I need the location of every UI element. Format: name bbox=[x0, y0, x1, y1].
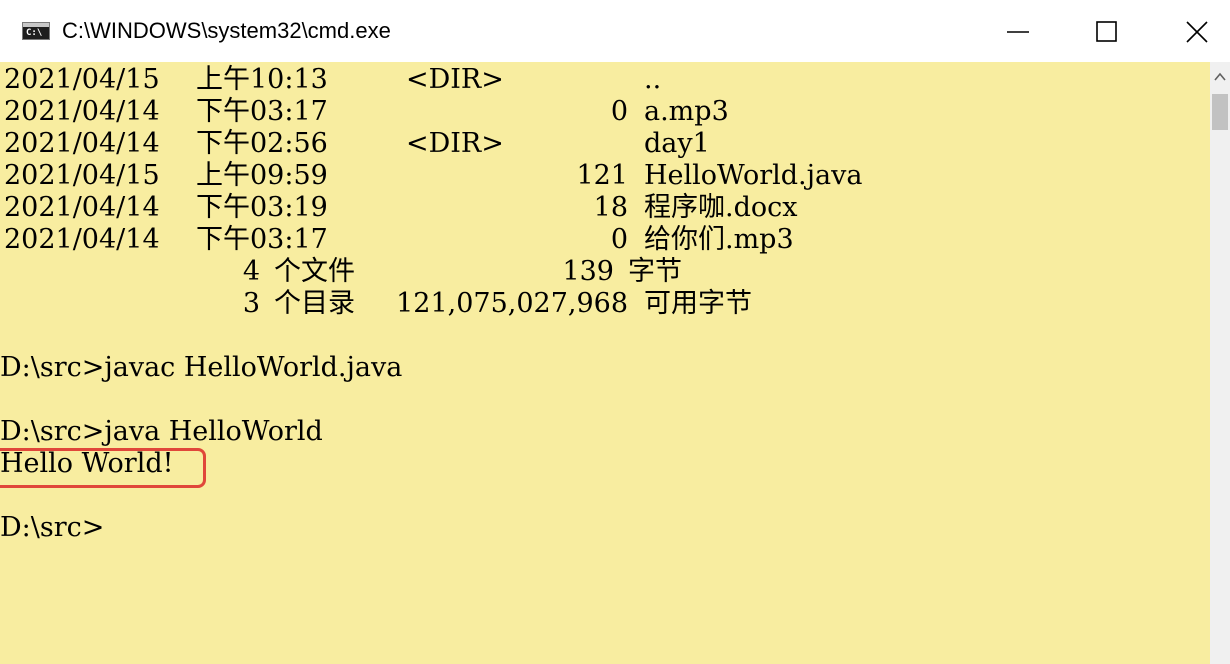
free-bytes-unit: 可用字节 bbox=[644, 288, 752, 319]
command-prompt: D:\src> bbox=[0, 352, 105, 383]
summary-files-row: 4 个文件 139 字节 bbox=[4, 256, 682, 288]
entry-name: 给你们.mp3 bbox=[644, 224, 794, 255]
close-icon bbox=[1186, 21, 1208, 43]
entry-name: 程序咖.docx bbox=[644, 192, 798, 223]
title-bar[interactable]: C:\ C:\WINDOWS\system32\cmd.exe bbox=[0, 0, 1230, 62]
chevron-up-icon bbox=[1214, 72, 1226, 81]
entry-size: 121 bbox=[576, 160, 628, 191]
scroll-thumb[interactable] bbox=[1212, 94, 1228, 130]
entry-size: 0 bbox=[610, 224, 628, 255]
listing-row: 2021/04/14 下午03:17 0 a.mp3 bbox=[4, 96, 729, 128]
entry-time: 下午02:56 bbox=[196, 128, 328, 159]
entry-date: 2021/04/15 bbox=[4, 160, 160, 191]
close-button[interactable] bbox=[1150, 0, 1230, 62]
file-count-label: 个文件 bbox=[274, 256, 355, 287]
entry-date: 2021/04/14 bbox=[4, 192, 160, 223]
entry-dir-tag: <DIR> bbox=[406, 64, 504, 95]
entry-time: 下午03:17 bbox=[196, 224, 328, 255]
entry-time: 下午03:17 bbox=[196, 96, 328, 127]
entry-date: 2021/04/14 bbox=[4, 96, 160, 127]
entry-time: 上午09:59 bbox=[196, 160, 328, 191]
scroll-up-button[interactable] bbox=[1210, 62, 1230, 92]
file-bytes-unit: 字节 bbox=[628, 256, 682, 287]
entry-size: 18 bbox=[593, 192, 628, 223]
output-highlight-box bbox=[0, 448, 206, 488]
command-prompt: D:\src> bbox=[0, 416, 105, 447]
maximize-button[interactable] bbox=[1060, 0, 1152, 62]
command-text: java HelloWorld bbox=[104, 416, 323, 447]
entry-name: a.mp3 bbox=[644, 96, 729, 127]
summary-dirs-row: 3 个目录 121,075,027,968 可用字节 bbox=[4, 288, 752, 320]
entry-name: day1 bbox=[644, 128, 710, 159]
minimize-icon bbox=[1007, 31, 1029, 33]
listing-row: 2021/04/15 上午10:13 <DIR> .. bbox=[4, 64, 661, 96]
console-output-area[interactable]: 2021/04/15 上午10:13 <DIR> .. 2021/04/14 下… bbox=[0, 62, 1210, 664]
entry-date: 2021/04/15 bbox=[4, 64, 160, 95]
command-line-java: D:\src>java HelloWorld bbox=[0, 416, 323, 448]
cmd-window: C:\ C:\WINDOWS\system32\cmd.exe 2021/04/… bbox=[0, 0, 1230, 664]
dir-count: 3 bbox=[242, 288, 260, 319]
free-bytes: 121,075,027,968 bbox=[396, 288, 628, 319]
file-count: 4 bbox=[242, 256, 260, 287]
cmd-console-icon[interactable]: C:\ bbox=[22, 22, 50, 40]
file-bytes: 139 bbox=[562, 256, 614, 287]
listing-row: 2021/04/14 下午03:19 18 程序咖.docx bbox=[4, 192, 797, 224]
icon-glyph: C:\ bbox=[26, 28, 43, 38]
entry-date: 2021/04/14 bbox=[4, 224, 160, 255]
entry-date: 2021/04/14 bbox=[4, 128, 160, 159]
dir-count-label: 个目录 bbox=[274, 288, 355, 319]
maximize-icon bbox=[1096, 21, 1117, 42]
entry-name: HelloWorld.java bbox=[644, 160, 863, 191]
icon-bar bbox=[23, 23, 49, 27]
listing-row: 2021/04/14 下午02:56 <DIR> day1 bbox=[4, 128, 710, 160]
minimize-button[interactable] bbox=[972, 0, 1064, 62]
entry-size: 0 bbox=[610, 96, 628, 127]
listing-row: 2021/04/15 上午09:59 121 HelloWorld.java bbox=[4, 160, 862, 192]
entry-time: 上午10:13 bbox=[196, 64, 328, 95]
vertical-scrollbar[interactable] bbox=[1210, 62, 1230, 664]
entry-name: .. bbox=[644, 64, 662, 95]
final-prompt: D:\src> bbox=[0, 512, 105, 543]
command-line-javac: D:\src>javac HelloWorld.java bbox=[0, 352, 402, 384]
entry-time: 下午03:19 bbox=[196, 192, 328, 223]
listing-row: 2021/04/14 下午03:17 0 给你们.mp3 bbox=[4, 224, 794, 256]
window-title: C:\WINDOWS\system32\cmd.exe bbox=[62, 18, 391, 43]
command-text: javac HelloWorld.java bbox=[104, 352, 403, 383]
entry-dir-tag: <DIR> bbox=[406, 128, 504, 159]
